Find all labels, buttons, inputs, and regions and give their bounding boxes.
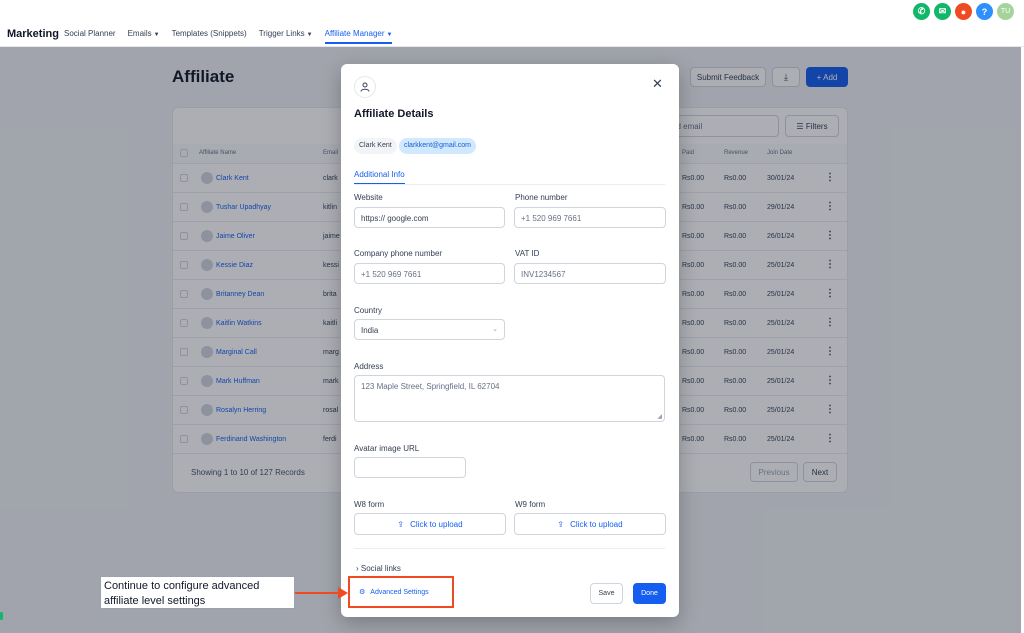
save-button[interactable]: Save xyxy=(590,583,623,604)
company-phone-label: Company phone number xyxy=(354,249,443,258)
avatar-url-field[interactable] xyxy=(354,457,466,478)
annotation-arrow-head xyxy=(338,587,348,599)
modal-title: Affiliate Details xyxy=(354,108,434,120)
vat-field[interactable]: INV1234567 xyxy=(514,263,666,284)
affiliate-name-chip: Clark Kent xyxy=(354,138,397,154)
w9-label: W9 form xyxy=(515,500,546,509)
country-select[interactable]: India ⌄ xyxy=(354,319,505,340)
top-navigation-bar: Marketing Social Planner Emails ▼ Templat… xyxy=(0,0,1024,47)
nav-social-planner[interactable]: Social Planner xyxy=(64,29,116,38)
nav-templates[interactable]: Templates (Snippets) xyxy=(172,29,247,38)
chevron-down-icon: ⌄ xyxy=(492,326,498,333)
w9-upload-button[interactable]: ⇪ Click to upload xyxy=(514,513,666,535)
tab-additional-info[interactable]: Additional Info xyxy=(354,170,405,179)
advanced-settings-label: Advanced Settings xyxy=(370,588,429,596)
chevron-down-icon: ▼ xyxy=(153,32,160,38)
affiliate-details-modal: ✕ Affiliate Details Clark Kent clarkkent… xyxy=(341,64,679,617)
chevron-down-icon: ▼ xyxy=(386,32,393,38)
social-links-toggle[interactable]: › Social links xyxy=(356,564,401,573)
website-field[interactable]: https:// google.com xyxy=(354,207,505,228)
header-icons: ✆ ✉ ● ? TU xyxy=(913,3,1014,20)
annotation-line-2: affiliate level settings xyxy=(104,595,206,607)
annotation-callout: Continue to configure advanced affiliate… xyxy=(100,576,295,609)
main-nav: Social Planner Emails ▼ Templates (Snippe… xyxy=(64,29,404,44)
megaphone-icon[interactable]: ✉ xyxy=(934,3,951,20)
tab-divider xyxy=(354,184,665,185)
company-phone-field[interactable]: +1 520 969 7661 xyxy=(354,263,505,284)
phone-label: Phone number xyxy=(515,193,568,202)
user-avatar[interactable]: TU xyxy=(997,3,1014,20)
app-title: Marketing xyxy=(7,28,59,40)
country-label: Country xyxy=(354,306,383,315)
annotation-line-1: Continue to configure advanced xyxy=(104,580,260,592)
done-button[interactable]: Done xyxy=(633,583,666,604)
close-icon[interactable]: ✕ xyxy=(652,76,663,92)
vat-label: VAT ID xyxy=(515,249,540,258)
country-value: India xyxy=(361,326,379,335)
advanced-settings-button[interactable]: ⚙ Advanced Settings xyxy=(348,576,454,608)
w8-label: W8 form xyxy=(354,500,385,509)
resize-handle-icon[interactable]: ◢ xyxy=(657,413,662,420)
annotation-arrow xyxy=(295,592,340,594)
nav-trigger-links[interactable]: Trigger Links ▼ xyxy=(259,29,313,38)
gear-icon: ⚙ xyxy=(359,589,366,596)
social-links-label: Social links xyxy=(360,564,401,573)
upload-icon: ⇪ xyxy=(557,519,565,529)
side-indicator xyxy=(0,612,3,620)
address-label: Address xyxy=(354,362,384,371)
footer-divider xyxy=(354,548,665,549)
nav-emails[interactable]: Emails ▼ xyxy=(128,29,160,38)
address-placeholder: 123 Maple Street, Springfield, IL 62704 xyxy=(361,382,500,391)
website-label: Website xyxy=(354,193,383,202)
w9-upload-label: Click to upload xyxy=(570,519,623,529)
nav-affiliate-manager[interactable]: Affiliate Manager ▼ xyxy=(324,29,393,44)
upload-icon: ⇪ xyxy=(397,519,405,529)
w8-upload-button[interactable]: ⇪ Click to upload xyxy=(354,513,506,535)
help-icon[interactable]: ? xyxy=(976,3,993,20)
active-tab-indicator xyxy=(354,183,405,184)
affiliate-email-chip: clarkkent@gmail.com xyxy=(399,138,477,154)
address-field[interactable]: 123 Maple Street, Springfield, IL 62704 … xyxy=(354,375,665,422)
chevron-down-icon: ▼ xyxy=(306,32,313,38)
phone-icon[interactable]: ✆ xyxy=(913,3,930,20)
w8-upload-label: Click to upload xyxy=(410,519,463,529)
notification-icon[interactable]: ● xyxy=(955,3,972,20)
avatar-url-label: Avatar image URL xyxy=(354,444,420,453)
user-icon xyxy=(354,76,376,98)
phone-field[interactable]: +1 520 969 7661 xyxy=(514,207,666,228)
